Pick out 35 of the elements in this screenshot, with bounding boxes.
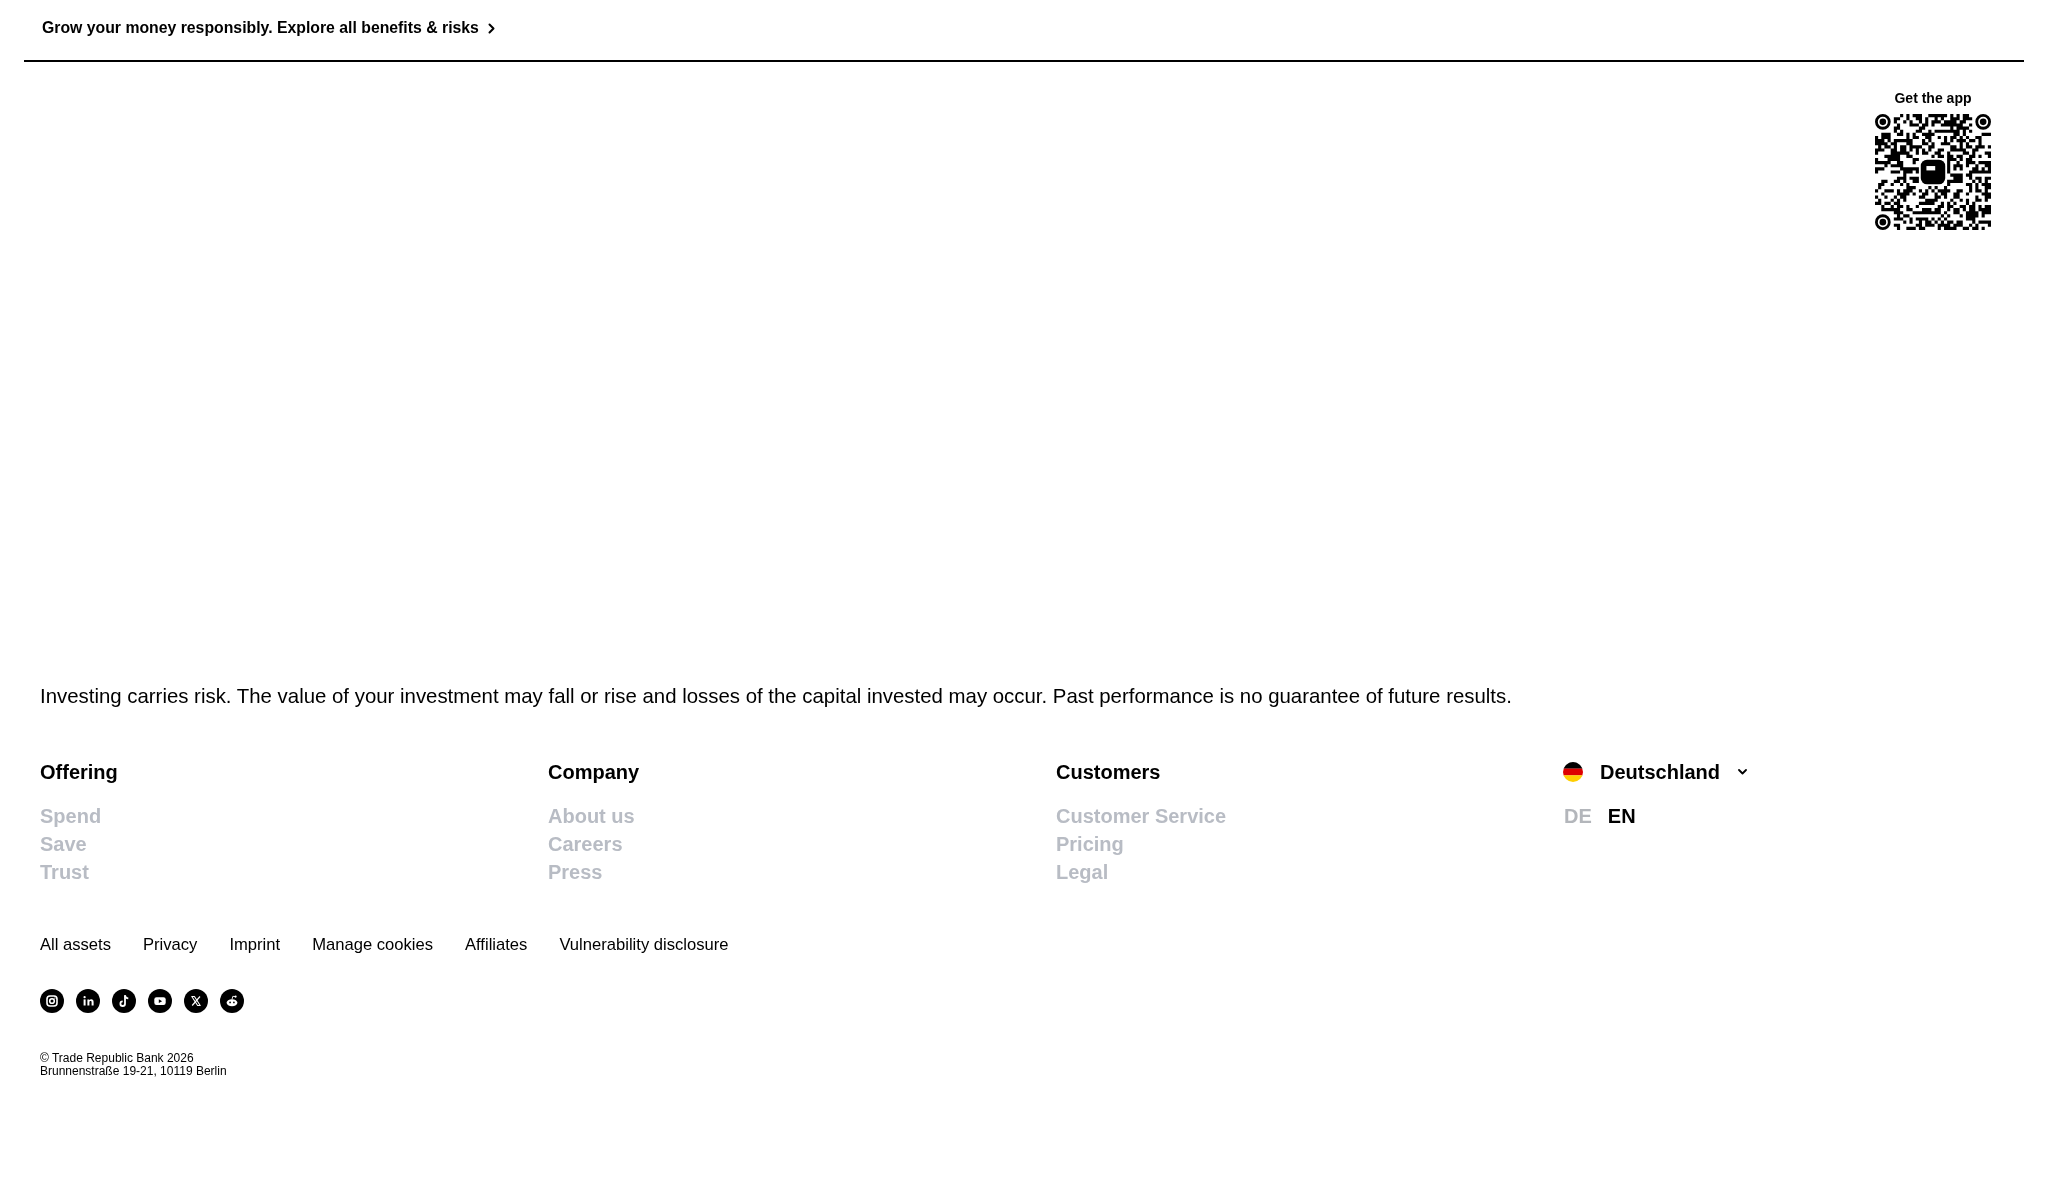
risk-disclaimer: Investing carries risk. The value of your investment may fall or rise and losses of the capital invested may occur. Past performance is no guarantee of future results.	[40, 684, 1512, 709]
linkedin-icon[interactable]	[76, 989, 100, 1013]
footer-link[interactable]: Legal	[1056, 858, 1109, 886]
x-logo-icon[interactable]	[184, 989, 208, 1013]
column-heading: Company	[548, 760, 640, 785]
tiktok-icon[interactable]	[112, 989, 136, 1013]
qr-caption: Get the app	[1894, 89, 1972, 107]
bottom-nav-link[interactable]: Vulnerability disclosure	[559, 934, 729, 956]
flag-icon	[1563, 762, 1583, 782]
caret-icon	[1738, 769, 1748, 775]
footer-link[interactable]: Trust	[40, 858, 89, 886]
chevron-right-icon	[487, 22, 495, 34]
copyright-text: © Trade Republic Bank 2026	[40, 1052, 194, 1065]
footer-link[interactable]: About us	[548, 802, 635, 830]
language-option[interactable]: DE	[1564, 802, 1592, 830]
column-heading: Offering	[40, 760, 118, 785]
bottom-nav-link[interactable]: Manage cookies	[312, 934, 433, 956]
bottom-nav-link[interactable]: Privacy	[143, 934, 198, 956]
column-heading: Customers	[1056, 760, 1161, 785]
bottom-nav-link[interactable]: Affiliates	[465, 934, 528, 956]
footer-link[interactable]: Pricing	[1056, 830, 1124, 858]
footer-link[interactable]: Press	[548, 858, 603, 886]
footer-link[interactable]: Careers	[548, 830, 623, 858]
language-option[interactable]: EN	[1607, 802, 1636, 830]
footer-link[interactable]: Customer Service	[1056, 802, 1227, 830]
country-dropdown[interactable]: Deutschland	[1563, 758, 1752, 786]
reddit-icon[interactable]	[220, 989, 244, 1013]
youtube-icon[interactable]	[148, 989, 172, 1013]
instagram-icon[interactable]	[40, 989, 64, 1013]
banner-link[interactable]: Grow your money responsibly. Explore all benefits & risks	[42, 18, 495, 38]
bottom-nav-link[interactable]: Imprint	[229, 934, 281, 956]
footer-link[interactable]: Save	[40, 830, 87, 858]
footer-link[interactable]: Spend	[40, 802, 102, 830]
bottom-nav-link[interactable]: All assets	[40, 934, 111, 956]
address-text: Brunnenstraße 19-21, 10119 Berlin	[40, 1065, 227, 1078]
